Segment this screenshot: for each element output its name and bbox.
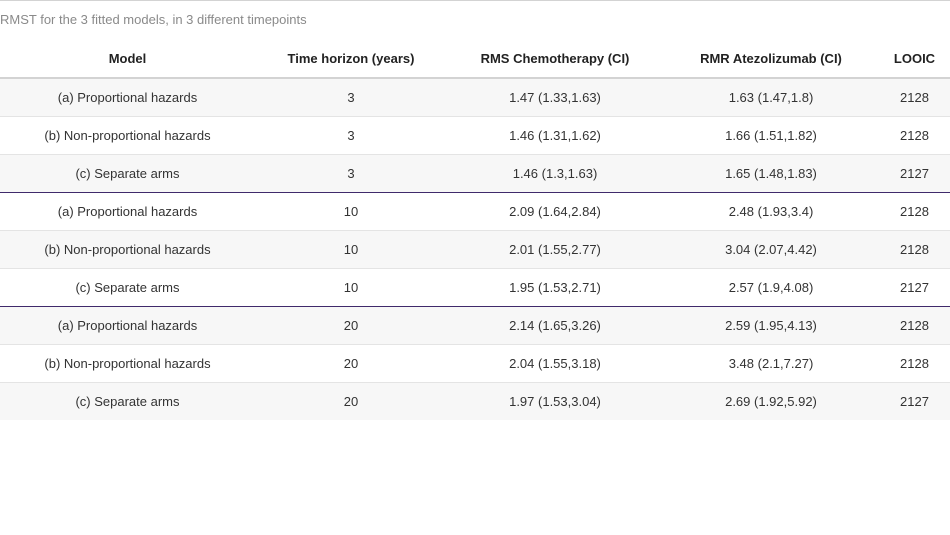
cell-chemo: 2.04 (1.55,3.18) [447,344,663,383]
cell-model: (a) Proportional hazards [0,78,255,117]
cell-chemo: 2.14 (1.65,3.26) [447,306,663,345]
cell-chemo: 2.09 (1.64,2.84) [447,192,663,231]
cell-chemo: 1.46 (1.3,1.63) [447,154,663,193]
cell-chemo: 1.47 (1.33,1.63) [447,78,663,117]
cell-model: (b) Non-proportional hazards [0,344,255,383]
cell-time: 3 [255,78,447,117]
table-container: RMST for the 3 fitted models, in 3 diffe… [0,0,950,420]
cell-chemo: 1.97 (1.53,3.04) [447,382,663,420]
table-row: (b) Non-proportional hazards 10 2.01 (1.… [0,230,950,269]
header-time-horizon: Time horizon (years) [255,39,447,79]
rmst-table: Model Time horizon (years) RMS Chemother… [0,39,950,420]
header-row: Model Time horizon (years) RMS Chemother… [0,39,950,79]
cell-time: 20 [255,306,447,345]
cell-model: (a) Proportional hazards [0,306,255,345]
cell-model: (c) Separate arms [0,154,255,193]
header-model: Model [0,39,255,79]
header-rmr-atezolizumab: RMR Atezolizumab (CI) [663,39,879,79]
cell-model: (c) Separate arms [0,382,255,420]
cell-looic: 2128 [879,192,950,231]
cell-time: 20 [255,382,447,420]
cell-chemo: 1.46 (1.31,1.62) [447,116,663,155]
table-row: (b) Non-proportional hazards 3 1.46 (1.3… [0,116,950,155]
table-row: (a) Proportional hazards 3 1.47 (1.33,1.… [0,78,950,117]
cell-chemo: 1.95 (1.53,2.71) [447,268,663,307]
cell-looic: 2127 [879,382,950,420]
table-row: (b) Non-proportional hazards 20 2.04 (1.… [0,344,950,383]
cell-atezo: 2.57 (1.9,4.08) [663,268,879,307]
cell-looic: 2127 [879,268,950,307]
cell-time: 3 [255,116,447,155]
cell-looic: 2127 [879,154,950,193]
table-row: (a) Proportional hazards 10 2.09 (1.64,2… [0,192,950,231]
cell-atezo: 2.48 (1.93,3.4) [663,192,879,231]
header-looic: LOOIC [879,39,950,79]
cell-looic: 2128 [879,344,950,383]
table-caption: RMST for the 3 fitted models, in 3 diffe… [0,12,307,27]
cell-model: (c) Separate arms [0,268,255,307]
cell-atezo: 2.69 (1.92,5.92) [663,382,879,420]
cell-atezo: 2.59 (1.95,4.13) [663,306,879,345]
table-row: (c) Separate arms 20 1.97 (1.53,3.04) 2.… [0,382,950,420]
cell-time: 10 [255,268,447,307]
cell-atezo: 1.63 (1.47,1.8) [663,78,879,117]
cell-time: 3 [255,154,447,193]
cell-chemo: 2.01 (1.55,2.77) [447,230,663,269]
table-row: (a) Proportional hazards 20 2.14 (1.65,3… [0,306,950,345]
cell-time: 10 [255,192,447,231]
cell-time: 10 [255,230,447,269]
cell-atezo: 3.04 (2.07,4.42) [663,230,879,269]
cell-looic: 2128 [879,230,950,269]
cell-looic: 2128 [879,78,950,117]
table-row: (c) Separate arms 3 1.46 (1.3,1.63) 1.65… [0,154,950,193]
cell-model: (a) Proportional hazards [0,192,255,231]
table-header: Model Time horizon (years) RMS Chemother… [0,39,950,79]
table-body: (a) Proportional hazards 3 1.47 (1.33,1.… [0,78,950,420]
header-rms-chemotherapy: RMS Chemotherapy (CI) [447,39,663,79]
cell-atezo: 1.65 (1.48,1.83) [663,154,879,193]
cell-looic: 2128 [879,116,950,155]
table-row: (c) Separate arms 10 1.95 (1.53,2.71) 2.… [0,268,950,307]
cell-model: (b) Non-proportional hazards [0,230,255,269]
cell-looic: 2128 [879,306,950,345]
cell-atezo: 3.48 (2.1,7.27) [663,344,879,383]
cell-model: (b) Non-proportional hazards [0,116,255,155]
cell-atezo: 1.66 (1.51,1.82) [663,116,879,155]
cell-time: 20 [255,344,447,383]
